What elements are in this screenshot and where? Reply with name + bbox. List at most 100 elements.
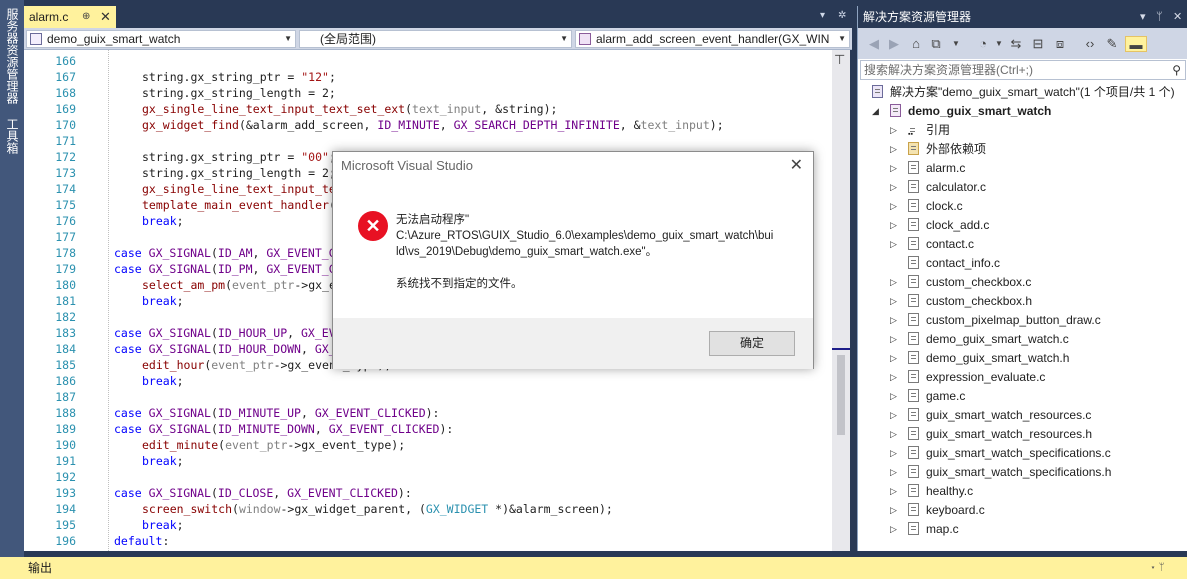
output-panel-tab[interactable]: 输出 ▾ ᛘ [0,557,1187,579]
folder-icon [908,142,919,155]
line-number: 185 [55,358,76,372]
line-number: 188 [55,406,76,420]
collapsed-arrow-icon[interactable]: ▷ [890,482,902,501]
back-icon[interactable]: ◀ [866,36,882,52]
home-icon[interactable]: ⌂ [908,36,924,52]
tab-alarm-c[interactable]: alarm.c ⊕ ✕ [24,6,116,28]
tree-item-label: guix_smart_watch_specifications.h [926,465,1112,479]
collapsed-arrow-icon[interactable]: ▷ [890,501,902,520]
scrollbar-thumb[interactable] [837,355,845,435]
expanded-arrow-icon[interactable]: ◢ [872,102,884,121]
tree-item-label: 外部依赖项 [926,142,987,156]
collapsed-arrow-icon[interactable]: ▷ [890,197,902,216]
project-combo[interactable]: demo_guix_smart_watch ▼ [26,30,296,48]
tree-item[interactable]: ▷ custom_pixelmap_button_draw.c [890,311,1101,330]
collapsed-arrow-icon[interactable]: ▷ [890,235,902,254]
view-code-icon[interactable]: ‹› [1082,36,1098,52]
solution-label: 解决方案"demo_guix_smart_watch"(1 个项目/共 1 个) [890,85,1175,99]
error-dialog: Microsoft Visual Studio ✕ ✕ 无法启动程序" C:\A… [332,151,814,369]
collapsed-arrow-icon[interactable]: ▷ [890,387,902,406]
pending-changes-dropdown-icon[interactable]: ▼ [991,36,1007,52]
tree-item[interactable]: ▷ demo_guix_smart_watch.c [890,330,1069,349]
line-number: 193 [55,486,76,500]
dialog-message-line-4: 系统找不到指定的文件。 [396,278,523,290]
document-tab-strip: alarm.c ⊕ ✕ ▾ ✲ [24,6,852,28]
search-icon[interactable]: ⚲ [1172,61,1181,79]
preview-selected-icon[interactable]: ▬ [1125,36,1147,52]
tree-item[interactable]: ▷ clock.c [890,197,963,216]
properties-wrench-icon[interactable]: ✎ [1104,36,1120,52]
tree-item[interactable]: ▷ keyboard.c [890,501,985,520]
tree-item[interactable]: ▷ healthy.c [890,482,973,501]
collapsed-arrow-icon[interactable]: ▷ [890,311,902,330]
tree-item[interactable]: ▷ ▪▪ 引用 [890,121,950,140]
collapsed-arrow-icon[interactable]: ▷ [890,330,902,349]
toolbox-tab[interactable]: 工具箱 [2,118,22,154]
tree-item[interactable]: ▷ custom_checkbox.c [890,273,1031,292]
collapsed-arrow-icon[interactable]: ▷ [890,520,902,539]
show-all-files-icon[interactable]: ⧈ [1052,36,1068,52]
scope-combo[interactable]: (全局范围) ▼ [299,30,572,48]
pin-icon[interactable]: ⊕ [82,6,90,28]
collapsed-arrow-icon[interactable]: ▷ [890,292,902,311]
collapsed-arrow-icon[interactable]: ▷ [890,463,902,482]
tree-item[interactable]: ▷ alarm.c [890,159,965,178]
tree-item[interactable]: ▷ expression_evaluate.c [890,368,1045,387]
tree-item[interactable]: ▷ calculator.c [890,178,986,197]
split-editor-icon[interactable]: ⊤ [834,52,845,68]
tree-item[interactable]: ▷ clock_add.c [890,216,989,235]
collapsed-arrow-icon[interactable]: ▷ [890,121,902,140]
solution-node[interactable]: 解决方案"demo_guix_smart_watch"(1 个项目/共 1 个) [872,83,1175,102]
tree-item[interactable]: ▷ game.c [890,387,965,406]
tab-list-dropdown-icon[interactable]: ▾ [820,10,825,21]
switch-views-icon[interactable]: ⧉ [928,36,944,52]
collapsed-arrow-icon[interactable]: ▷ [890,368,902,387]
tree-item[interactable]: contact_info.c [908,254,1000,273]
output-panel-controls-icon[interactable]: ▾ ᛘ [1150,557,1165,579]
collapsed-arrow-icon[interactable]: ▷ [890,406,902,425]
tree-item-label: demo_guix_smart_watch.h [926,351,1070,365]
tree-item[interactable]: ▷ contact.c [890,235,974,254]
solution-tree[interactable]: 解决方案"demo_guix_smart_watch"(1 个项目/共 1 个)… [858,82,1187,551]
settings-gear-icon[interactable]: ✲ [838,10,846,21]
member-combo[interactable]: alarm_add_screen_event_handler(GX_WIN ▼ [575,30,850,48]
dialog-close-icon[interactable]: ✕ [790,155,803,175]
tree-item[interactable]: ▷ guix_smart_watch_resources.c [890,406,1091,425]
collapsed-arrow-icon[interactable]: ▷ [890,273,902,292]
pending-changes-icon[interactable]: ◔ [975,36,991,52]
tree-item[interactable]: ▷ guix_smart_watch_resources.h [890,425,1092,444]
code-line: return gx_window_event_handler(window, e… [142,549,832,551]
solution-explorer-title: 解决方案资源管理器 [863,10,972,24]
solution-explorer-search-input[interactable]: 搜索解决方案资源管理器(Ctrl+;) ⚲ [860,60,1186,80]
project-label: demo_guix_smart_watch [908,104,1052,118]
tree-item[interactable]: ▷ demo_guix_smart_watch.h [890,349,1070,368]
code-line: case GX_SIGNAL(ID_MINUTE_DOWN, GX_EVENT_… [114,422,454,436]
collapsed-arrow-icon[interactable]: ▷ [890,425,902,444]
close-tab-icon[interactable]: ✕ [100,6,111,28]
collapsed-arrow-icon[interactable]: ▷ [890,444,902,463]
tree-item[interactable]: ▷ 外部依赖项 [890,140,987,159]
collapsed-arrow-icon[interactable]: ▷ [890,140,902,159]
switch-views-dropdown-icon[interactable]: ▼ [948,36,964,52]
tree-item[interactable]: ▷ guix_smart_watch_specifications.h [890,463,1112,482]
editor-vertical-scrollbar[interactable]: ⊤ [832,50,850,551]
tree-item[interactable]: ▷ map.c [890,520,959,539]
collapsed-arrow-icon[interactable]: ▷ [890,349,902,368]
server-explorer-tab[interactable]: 服务器资源管理器 [2,8,22,104]
forward-icon[interactable]: ▶ [886,36,902,52]
collapsed-arrow-icon[interactable]: ▷ [890,159,902,178]
line-number: 196 [55,534,76,548]
ok-button[interactable]: 确定 [709,331,795,356]
panel-dropdown-icon[interactable]: ▾ [1140,6,1146,28]
tree-item[interactable]: ▷ guix_smart_watch_specifications.c [890,444,1111,463]
tree-item[interactable]: ▷ custom_checkbox.h [890,292,1032,311]
dialog-footer: 确定 [333,318,813,369]
tree-item-label: clock.c [926,199,963,213]
collapsed-arrow-icon[interactable]: ▷ [890,178,902,197]
collapse-all-icon[interactable]: ⊟ [1030,36,1046,52]
sync-icon[interactable]: ⇆ [1008,36,1024,52]
project-node[interactable]: ◢ demo_guix_smart_watch [872,102,1052,121]
panel-pin-icon[interactable]: ᛘ [1156,6,1163,28]
collapsed-arrow-icon[interactable]: ▷ [890,216,902,235]
panel-close-icon[interactable]: ✕ [1173,6,1182,28]
